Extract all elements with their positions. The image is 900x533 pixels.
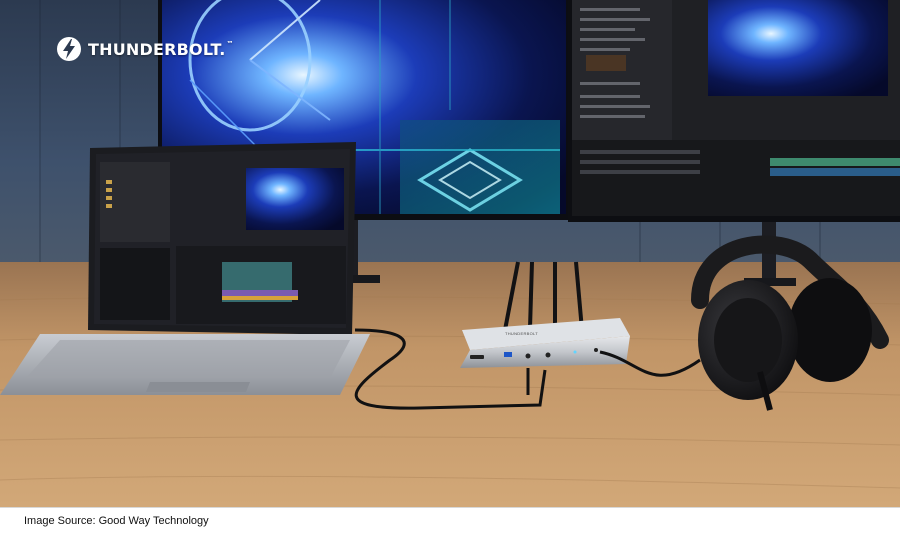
image-source-caption: Image Source: Good Way Technology bbox=[24, 515, 209, 527]
caption-bar: Image Source: Good Way Technology bbox=[0, 507, 900, 533]
thunderbolt-bolt-icon bbox=[57, 37, 81, 61]
dock-brand-label: THUNDERBOLT bbox=[505, 331, 539, 336]
product-photo bbox=[0, 0, 900, 507]
thunderbolt-logo: THUNDERBOLT.™ bbox=[56, 36, 234, 62]
thunderbolt-wordmark: THUNDERBOLT.™ bbox=[88, 39, 234, 59]
